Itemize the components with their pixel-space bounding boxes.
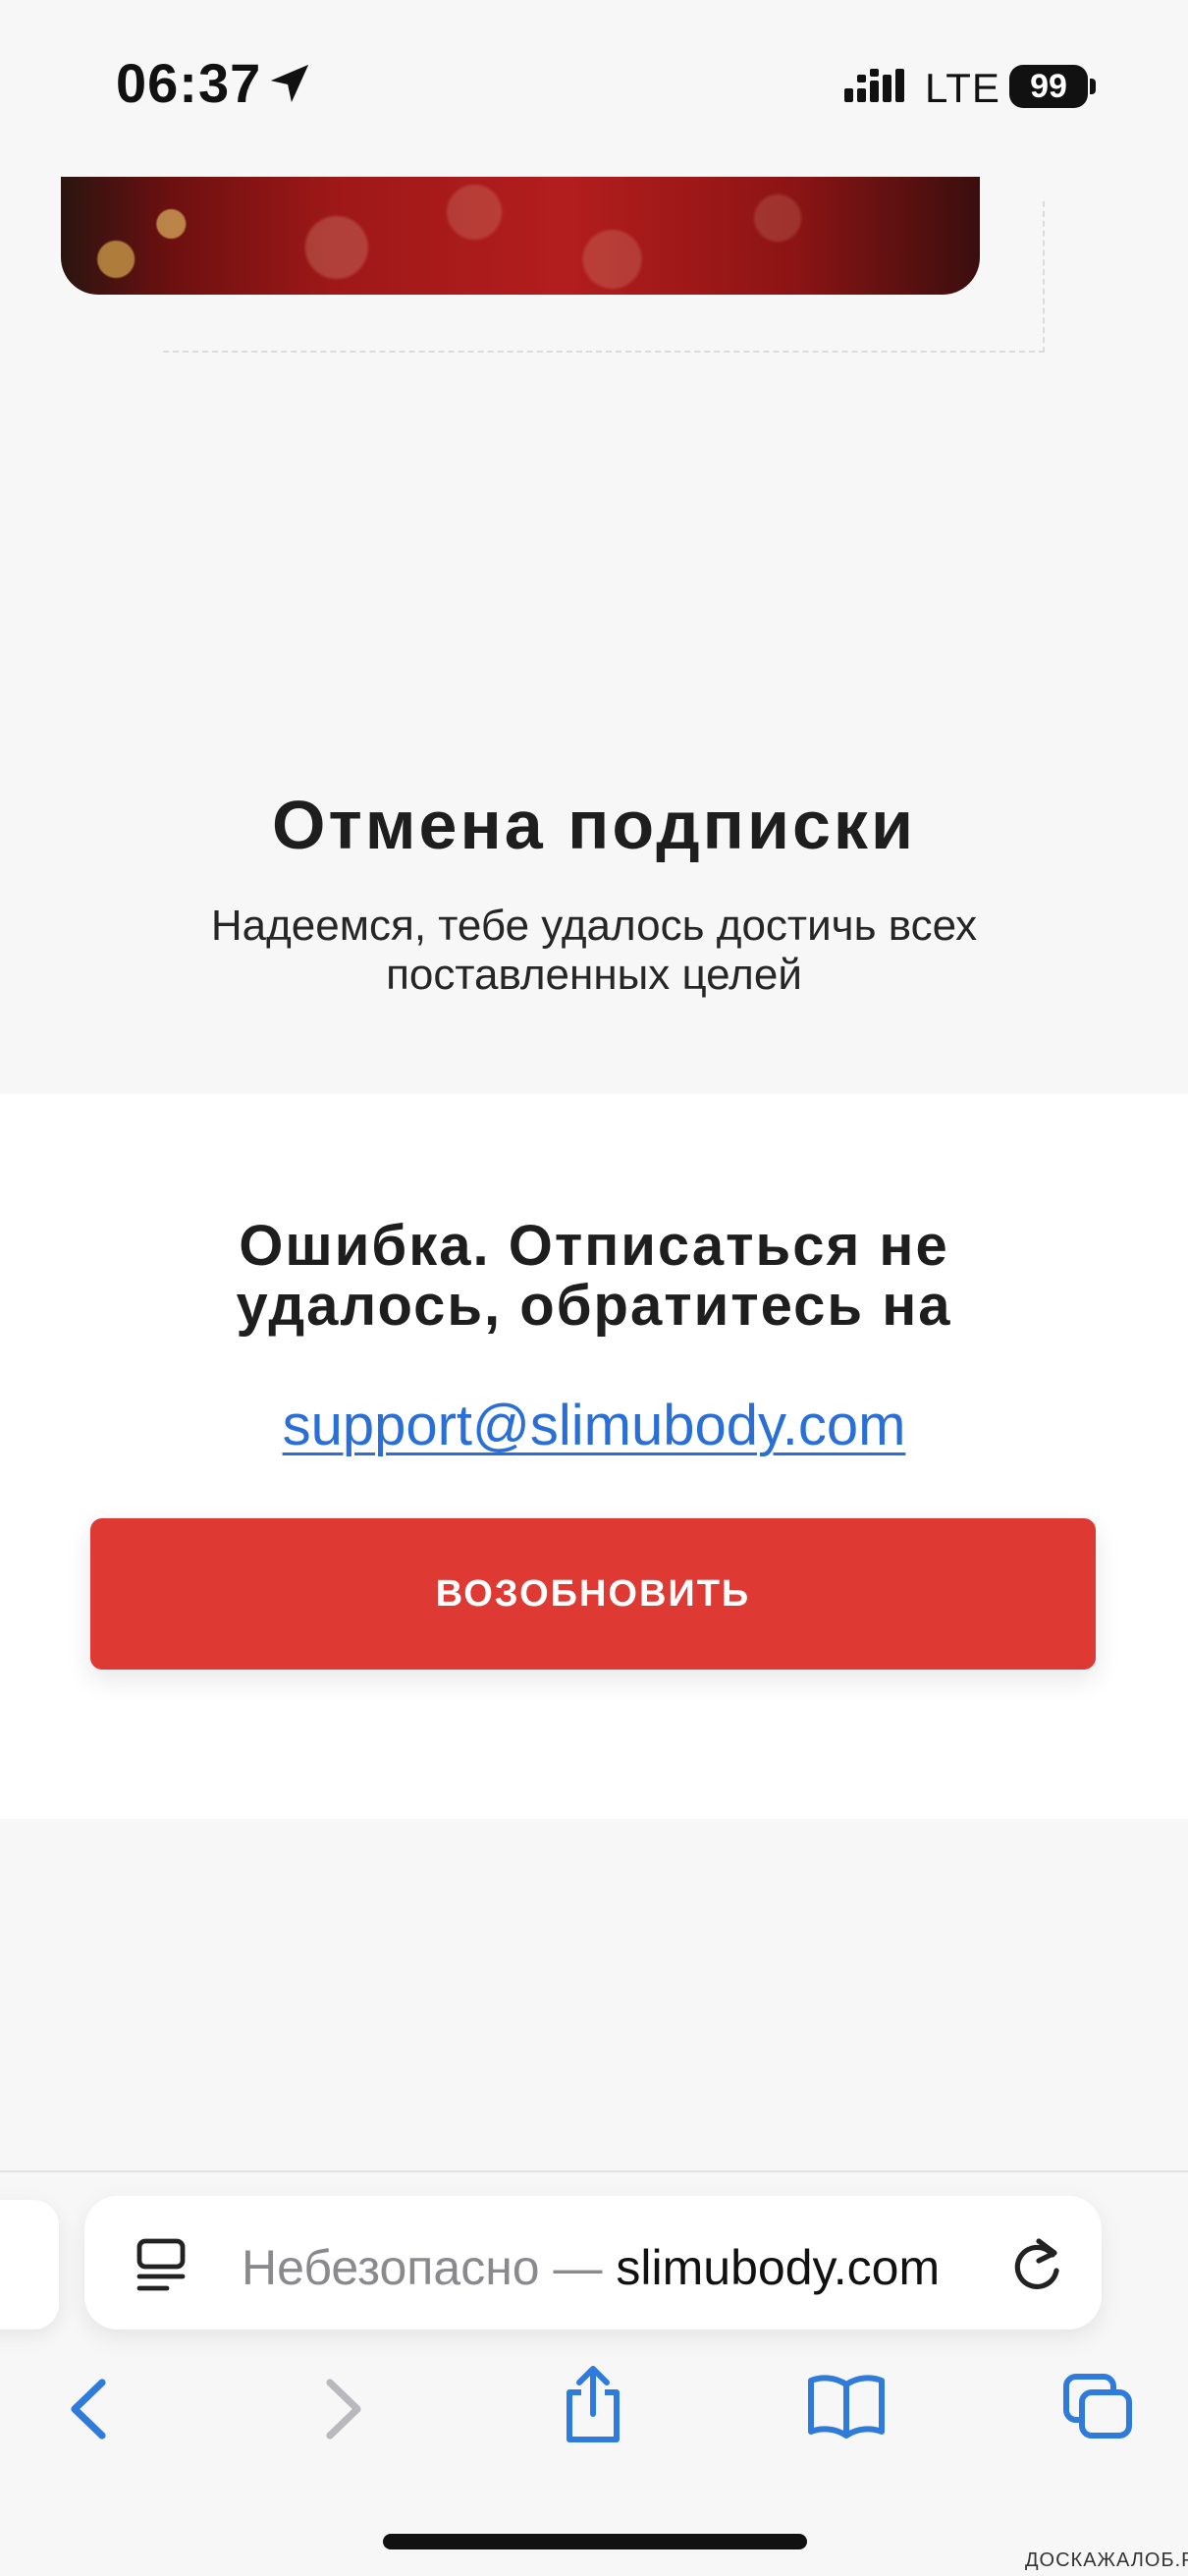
page-subtitle: Надеемся, тебе удалось достичь всех пост…: [210, 902, 978, 999]
reader-mode-icon[interactable]: [135, 2237, 187, 2292]
error-message: Ошибка. Отписаться не удалось, обратитес…: [236, 1214, 952, 1338]
hero-image-pattern: [61, 177, 980, 295]
address-domain: slimubody.com: [616, 2240, 941, 2295]
address-text[interactable]: Небезопасно — slimubody.com: [242, 2239, 940, 2296]
toolbar-divider: [0, 2170, 1188, 2172]
previous-tab-card[interactable]: [0, 2200, 59, 2329]
watermark: ДОСКАЖАЛОБ.РФ: [1025, 2549, 1188, 2571]
battery-indicator: 99: [1009, 65, 1088, 108]
battery-cap: [1090, 79, 1096, 94]
tabs-icon[interactable]: [1060, 2371, 1137, 2443]
renew-button[interactable]: ВОЗОБНОВИТЬ: [90, 1518, 1096, 1670]
signal-icon: [844, 69, 904, 102]
home-indicator: [383, 2534, 807, 2549]
bookmarks-icon[interactable]: [805, 2371, 888, 2439]
hero-image: [61, 177, 980, 295]
address-security-label: Небезопасно —: [242, 2240, 617, 2295]
back-icon[interactable]: [59, 2375, 118, 2443]
support-email-link[interactable]: support@slimubody.com: [0, 1393, 1188, 1458]
reload-icon[interactable]: [1009, 2235, 1064, 2294]
page-title: Отмена подписки: [272, 787, 916, 863]
status-time: 06:37: [116, 52, 262, 114]
forward-icon[interactable]: [314, 2375, 373, 2443]
network-type: LTE: [925, 65, 1000, 111]
share-icon[interactable]: [558, 2363, 628, 2445]
location-arrow-icon: [270, 64, 309, 103]
